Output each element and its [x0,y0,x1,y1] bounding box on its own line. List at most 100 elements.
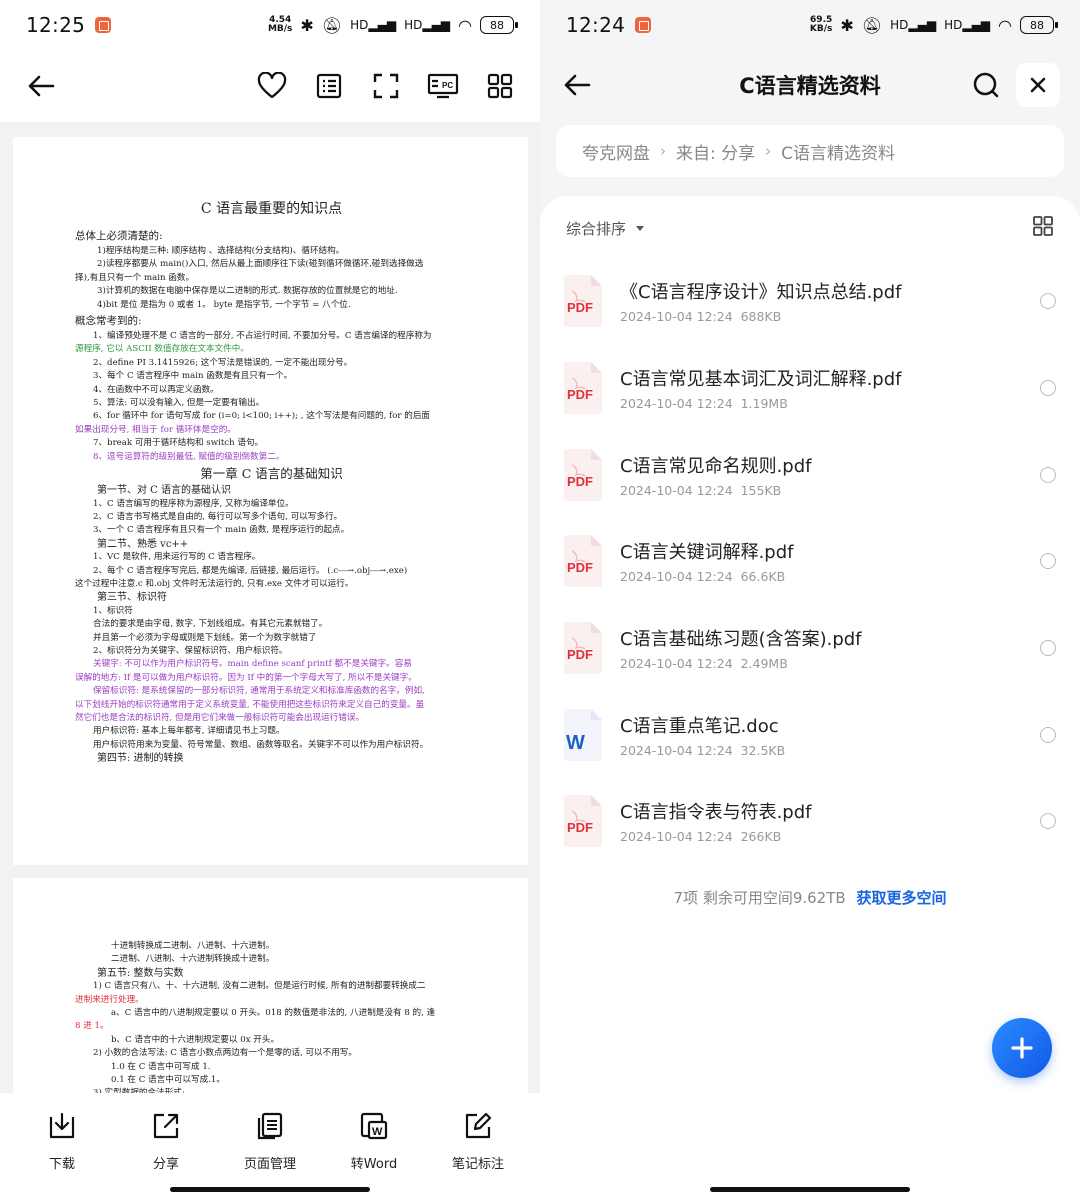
back-arrow-icon[interactable] [24,70,57,103]
grid-icon[interactable] [483,70,516,103]
file-size: 155KB [740,482,782,498]
doc-line: 6、for 循环中 for 语句写成 for (i=0; i<100; i++)… [93,411,431,422]
select-radio[interactable] [1040,553,1056,570]
get-more-space-link[interactable]: 获取更多空间 [856,889,946,907]
network-speed: 4.54 MB/s [267,15,293,34]
heart-icon[interactable] [255,70,288,103]
cloud-drive-pane: 12:24 69.5 KB/s ✱ 🔕︎ HD▂▄▆ HD▂▄▆ ◠ 88 C语言… [540,0,1080,1200]
file-meta: 2024-10-04 12:24 66.6KB [620,569,1040,584]
pdf-file-icon: PDF [562,622,604,675]
file-row[interactable]: PDF C语言常见基本词汇及词汇解释.pdf 2024-10-04 12:24 1.… [540,345,1080,432]
page-manage-button[interactable]: 页面管理 [218,1093,322,1200]
file-name: C语言常见命名规则.pdf [620,455,812,477]
doc-line: 1、VC 是软件, 用来运行写的 C 语言程序。 [93,552,261,563]
file-size: 266KB [740,829,782,845]
download-button[interactable]: 下载 [10,1093,114,1200]
file-info: 《C语言程序设计》知识点总结.pdf 2024-10-04 12:24 688KB [620,278,1040,324]
svg-text:W: W [566,732,585,754]
breadcrumb-item[interactable]: C语言精选资料 [781,139,895,164]
storage-footer: 7项 剩余可用空间9.62TB 获取更多空间 [540,887,1080,908]
doc-line: 2、define PI 3.1415926; 这个写法是错误的, 一定不能出现分… [93,357,353,368]
back-arrow-icon[interactable] [560,69,593,102]
doc-line: 二进制、八进制、十六进制转换成十进制。 [111,954,275,965]
doc-line: 以下划线开始的标识符通常用于定义系统变量, 不能使用把这些标识符来定义自己的变量… [75,699,425,710]
file-row[interactable]: PDF 《C语言程序设计》知识点总结.pdf 2024-10-04 12:24 68… [540,258,1080,345]
doc-line: 1、C 语言编写的程序称为源程序, 又称为编译单位。 [93,498,294,509]
file-row[interactable]: PDF C语言关键词解释.pdf 2024-10-04 12:24 66.6KB [540,518,1080,605]
file-info: C语言指令表与符表.pdf 2024-10-04 12:24 266KB [620,798,1040,844]
doc-chapter-heading: 第一章 C 语言的基础知识 [200,466,343,482]
breadcrumb: 夸克网盘 › 来自: 分享 › C语言精选资料 [556,125,1064,177]
doc-line: 0.1 在 C 语言中可以写成.1。 [111,1075,225,1086]
doc-line: 5、算法: 可以没有输入, 但是一定要有输出。 [93,398,265,409]
select-radio[interactable] [1040,380,1056,397]
note-button[interactable]: 笔记标注 [426,1093,530,1200]
download-label: 下载 [48,1157,75,1172]
breadcrumb-item[interactable]: 来自: 分享 [676,139,755,164]
fullscreen-icon[interactable] [369,70,402,103]
file-date: 2024-10-04 12:24 [620,569,733,585]
status-time: 12:25 [26,13,86,37]
pdf-file-icon: PDF [562,535,604,588]
add-button[interactable] [992,1018,1052,1078]
doc-line: 关键字: 不可以作为用户标识符号。main define scanf print… [93,659,412,670]
file-row[interactable]: W C语言重点笔记.doc 2024-10-04 12:24 32.5KB [540,691,1080,778]
status-bar: 12:24 69.5 KB/s ✱ 🔕︎ HD▂▄▆ HD▂▄▆ ◠ 88 [540,0,1080,50]
document-page-2[interactable]: 十进制转换成二进制、八进制、十六进制。 二进制、八进制、十六进制转换成十进制。 … [13,878,528,1098]
bluetooth-icon: ✱ [840,15,854,35]
share-button[interactable]: 分享 [114,1093,218,1200]
doc-line: 第五节: 整数与实数 [97,967,184,979]
select-radio[interactable] [1040,813,1056,830]
note-edit-icon [463,1111,493,1141]
file-row[interactable]: PDF C语言指令表与符表.pdf 2024-10-04 12:24 266KB [540,778,1080,865]
viewer-bottom-bar: 下载 分享 页面管理 W 转Word 笔记标注 [0,1093,540,1200]
file-name: C语言基础练习题(含答案).pdf [620,629,862,651]
select-radio[interactable] [1040,466,1056,483]
screen-record-icon [95,17,112,33]
doc-line: 1、标识符 [93,605,133,616]
doc-line: a、C 语言中的八进制规定要以 0 开头。018 的数值是非法的, 八进制是没有… [111,1008,436,1019]
file-row[interactable]: PDF C语言基础练习题(含答案).pdf 2024-10-04 12:24 2.4… [540,605,1080,692]
pc-icon[interactable]: PC [426,70,459,103]
document-page-1[interactable]: C 语言最重要的知识点 总体上必须清楚的: 1)程序结构是三种: 顺序结构 、选… [13,137,528,865]
file-meta: 2024-10-04 12:24 688KB [620,309,1040,324]
home-indicator[interactable] [710,1187,910,1192]
share-label: 分享 [152,1157,179,1172]
doc-line: 第一节、对 C 语言的基础认识 [97,485,232,497]
search-icon[interactable] [969,69,1002,102]
file-meta: 2024-10-04 12:24 2.49MB [620,656,1040,671]
note-label: 笔记标注 [451,1157,504,1172]
home-indicator[interactable] [170,1187,370,1192]
signal-icon-2: HD▂▄▆ [404,18,451,32]
file-name: C语言常见基本词汇及词汇解释.pdf [620,369,902,391]
doc-line: 十进制转换成二进制、八进制、十六进制。 [111,941,275,951]
sort-dropdown[interactable]: 综合排序 [566,218,626,239]
doc-line: 用户标识符: 基本上每年都考, 详细请见书上习题。 [93,726,285,737]
doc-line: 8、逗号运算符的级别最低, 赋值的级别倒数第二。 [93,451,285,462]
close-button[interactable] [1016,63,1060,107]
caret-down-icon[interactable] [636,225,645,231]
pages-icon [255,1111,285,1141]
list-icon[interactable] [312,70,345,103]
doc-line: 2、每个 C 语言程序写完后, 都是先编译, 后链接, 最后运行。 (.c---… [93,565,408,576]
file-meta: 2024-10-04 12:24 266KB [620,829,1040,844]
download-icon [47,1111,77,1141]
file-row[interactable]: PDF C语言常见命名规则.pdf 2024-10-04 12:24 155KB [540,431,1080,518]
pdf-file-icon: PDF [562,795,604,848]
doc-line: 3)计算机的数据在电脑中保存是以二进制的形式. 数据存放的位置就是它的地址. [97,286,398,297]
file-date: 2024-10-04 12:24 [620,742,733,758]
select-radio[interactable] [1040,726,1056,743]
convert-word-button[interactable]: W 转Word [322,1093,426,1200]
doc-line: 3、一个 C 语言程序有且只有一个 main 函数, 是程序运行的起点。 [93,525,350,536]
select-radio[interactable] [1040,640,1056,657]
doc-title: C 语言最重要的知识点 [200,201,343,217]
doc-line: 然它们也是合法的标识符, 但是用它们来做一般标识符可能会出现运行错误。 [75,713,365,723]
mute-bell-icon: 🔕︎ [321,15,343,35]
screen-record-icon [635,17,652,33]
select-radio[interactable] [1040,293,1056,310]
doc-line: 7、break 可用于循环结构和 switch 语句。 [93,438,264,449]
doc-line: 1、编译预处理不是 C 语言的一部分, 不占运行时间, 不要加分号。C 语言编译… [93,331,432,342]
grid-view-icon[interactable] [1032,215,1054,241]
breadcrumb-item[interactable]: 夸克网盘 [582,139,650,164]
file-date: 2024-10-04 12:24 [620,829,733,845]
